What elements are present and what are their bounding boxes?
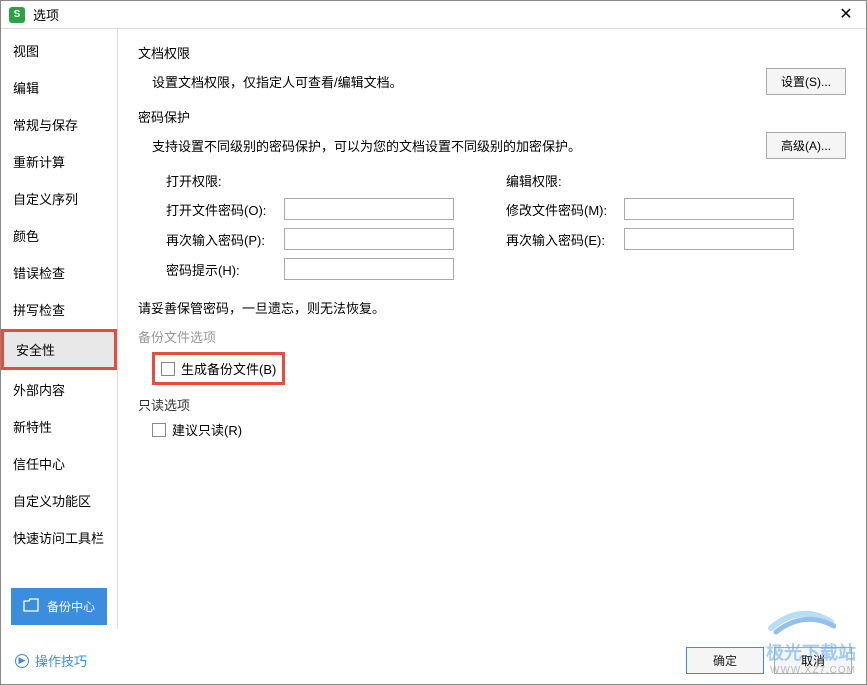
cancel-button[interactable]: 取消	[774, 647, 852, 674]
footer: ▶ 操作技巧 确定 取消	[1, 636, 866, 684]
close-button[interactable]: ✕	[834, 3, 858, 27]
tips-label: 操作技巧	[35, 651, 87, 670]
sidebar-item-custom-ribbon[interactable]: 自定义功能区	[1, 483, 117, 518]
hint-label: 密码提示(H):	[166, 260, 284, 279]
backup-center-button[interactable]: 备份中心	[11, 588, 107, 625]
modify-password-input[interactable]	[624, 198, 794, 220]
mod-pwd-label: 修改文件密码(M):	[506, 200, 624, 219]
tips-link[interactable]: ▶ 操作技巧	[15, 651, 87, 670]
generate-backup-checkbox[interactable]	[161, 362, 175, 376]
sidebar-item-custom-series[interactable]: 自定义序列	[1, 181, 117, 216]
sidebar-item-color[interactable]: 颜色	[1, 218, 117, 253]
play-icon: ▶	[15, 654, 29, 668]
sidebar-item-edit[interactable]: 编辑	[1, 70, 117, 105]
sidebar-item-view[interactable]: 视图	[1, 33, 117, 68]
doc-perm-desc: 设置文档权限，仅指定人可查看/编辑文档。	[152, 72, 403, 91]
reenter-password-e-input[interactable]	[624, 228, 794, 250]
pw-protect-row: 支持设置不同级别的密码保护，可以为您的文档设置不同级别的加密保护。 高级(A).…	[138, 132, 846, 159]
backup-options-title: 备份文件选项	[138, 327, 846, 346]
ok-button[interactable]: 确定	[686, 647, 764, 674]
password-hint-input[interactable]	[284, 258, 454, 280]
folder-icon	[23, 598, 39, 615]
sidebar-item-spell-check[interactable]: 拼写检查	[1, 292, 117, 327]
edit-perm-label: 编辑权限:	[506, 171, 624, 190]
password-area: 打开权限: 编辑权限: 打开文件密码(O): 修改文件密码(M): 再次输	[138, 171, 846, 280]
sidebar-item-error-check[interactable]: 错误检查	[1, 255, 117, 290]
titlebar: S 选项 ✕	[1, 1, 866, 29]
open-password-input[interactable]	[284, 198, 454, 220]
options-dialog: S 选项 ✕ 视图 编辑 常规与保存 重新计算 自定义序列 颜色 错误检查 拼写…	[0, 0, 867, 685]
footer-buttons: 确定 取消	[686, 647, 852, 674]
window-title: 选项	[33, 5, 834, 24]
sidebar-item-quick-access[interactable]: 快速访问工具栏	[1, 520, 117, 555]
dialog-body: 视图 编辑 常规与保存 重新计算 自定义序列 颜色 错误检查 拼写检查 安全性 …	[1, 29, 866, 629]
pw-protect-desc: 支持设置不同级别的密码保护，可以为您的文档设置不同级别的加密保护。	[152, 136, 581, 155]
sidebar-item-recalc[interactable]: 重新计算	[1, 144, 117, 179]
readonly-checkbox-row: 建议只读(R)	[138, 420, 846, 439]
sidebar: 视图 编辑 常规与保存 重新计算 自定义序列 颜色 错误检查 拼写检查 安全性 …	[1, 29, 118, 629]
open-pwd-label: 打开文件密码(O):	[166, 200, 284, 219]
sidebar-item-new-feature[interactable]: 新特性	[1, 409, 117, 444]
readonly-title: 只读选项	[138, 395, 846, 414]
app-icon: S	[9, 7, 25, 23]
advanced-button[interactable]: 高级(A)...	[766, 132, 846, 159]
doc-perm-title: 文档权限	[138, 43, 846, 62]
sidebar-item-external[interactable]: 外部内容	[1, 372, 117, 407]
password-warning: 请妥善保管密码，一旦遗忘，则无法恢复。	[138, 298, 846, 317]
doc-perm-row: 设置文档权限，仅指定人可查看/编辑文档。 设置(S)...	[138, 68, 846, 95]
highlight-backup-checkbox: 生成备份文件(B)	[152, 352, 285, 385]
sidebar-item-general-save[interactable]: 常规与保存	[1, 107, 117, 142]
sidebar-item-security[interactable]: 安全性	[1, 329, 117, 370]
backup-center-label: 备份中心	[47, 598, 95, 615]
open-perm-label: 打开权限:	[166, 171, 284, 190]
suggest-readonly-label: 建议只读(R)	[172, 420, 242, 439]
backup-checkbox-row: 生成备份文件(B)	[138, 352, 846, 385]
generate-backup-label: 生成备份文件(B)	[181, 359, 276, 378]
re-pwd-p-label: 再次输入密码(P):	[166, 230, 284, 249]
sidebar-item-trust-center[interactable]: 信任中心	[1, 446, 117, 481]
suggest-readonly-checkbox[interactable]	[152, 423, 166, 437]
pw-protect-title: 密码保护	[138, 107, 846, 126]
settings-button[interactable]: 设置(S)...	[766, 68, 846, 95]
main-panel: 文档权限 设置文档权限，仅指定人可查看/编辑文档。 设置(S)... 密码保护 …	[118, 29, 866, 629]
re-pwd-e-label: 再次输入密码(E):	[506, 230, 624, 249]
reenter-password-p-input[interactable]	[284, 228, 454, 250]
